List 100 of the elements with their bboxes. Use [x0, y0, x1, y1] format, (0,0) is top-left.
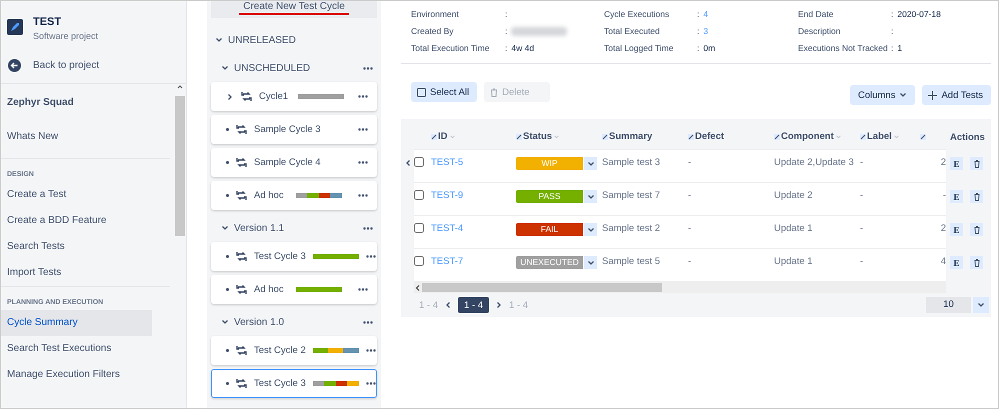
edit-button[interactable]: E [950, 157, 963, 170]
delete-row-button[interactable] [970, 157, 983, 170]
cycle-name: Test Cycle 3 [254, 251, 306, 262]
current-page-button[interactable]: 1 - 4 [458, 297, 490, 313]
table-cell-text: - [688, 190, 692, 201]
cycle-card[interactable]: Ad hoc [211, 181, 377, 210]
table-cell-text: Sample test 5 [602, 256, 662, 267]
cycle-card[interactable]: Sample Cycle 4 [211, 148, 377, 177]
detail-value: 0m [703, 42, 716, 55]
cycle-name: Ad hoc [254, 284, 284, 295]
colon: : [891, 25, 894, 38]
cycle-icon [236, 124, 247, 135]
sidebar-item[interactable]: Manage Execution Filters [1, 362, 152, 388]
status-dropdown[interactable] [584, 256, 597, 269]
cycle-name: Ad hoc [254, 190, 284, 201]
sidebar-item[interactable]: Cycle Summary [1, 310, 152, 336]
bullet-icon [226, 128, 229, 131]
sidebar-item[interactable]: Search Tests [1, 234, 152, 260]
column-header[interactable]: Component [774, 131, 860, 142]
status-dropdown[interactable] [584, 157, 597, 170]
cycle-name: Sample Cycle 4 [254, 157, 321, 168]
redacted-value [511, 27, 568, 36]
colon: : [697, 25, 700, 38]
status-label: FAIL [516, 223, 583, 236]
detail-label: Environment [411, 8, 460, 21]
table-cell-text: Sample test 7 [602, 190, 662, 201]
scroll-left-icon[interactable] [414, 284, 422, 292]
more-icon [358, 161, 368, 164]
back-link[interactable]: Back to project [1, 48, 186, 84]
colon: : [505, 42, 508, 55]
sort-icon [892, 134, 900, 140]
tree-group[interactable]: Version 1.0 [211, 308, 377, 336]
sidebar-item[interactable]: Search Test Executions [1, 336, 152, 362]
group-label: UNRELEASED [228, 34, 296, 46]
status-dropdown[interactable] [584, 223, 597, 236]
column-header[interactable]: Defect [688, 131, 774, 142]
chevron-down-icon [977, 301, 985, 309]
more-icon [366, 349, 376, 352]
chevron-down-icon [586, 160, 594, 168]
pin-icon [860, 134, 866, 140]
edit-button[interactable]: E [950, 223, 963, 236]
cycle-card[interactable]: Sample Cycle 3 [211, 115, 377, 144]
cycle-icon [241, 91, 252, 102]
table-cell-text: Update 1 [774, 256, 814, 267]
column-header[interactable]: Summary [602, 131, 688, 142]
columns-button[interactable]: Columns [850, 85, 916, 105]
sidebar-item[interactable]: Whats New [1, 124, 170, 150]
column-header[interactable]: Label [860, 131, 920, 142]
trash-icon [974, 226, 980, 234]
column-header[interactable]: Status [516, 131, 602, 142]
cycle-icon [236, 251, 247, 262]
row-checkbox[interactable] [414, 256, 424, 266]
bullet-icon [226, 194, 229, 197]
pin-icon [774, 134, 780, 140]
page-size-field[interactable]: 10 [926, 297, 971, 313]
cycle-card[interactable]: Test Cycle 3 [211, 369, 377, 398]
column-header[interactable]: ID [431, 131, 516, 142]
chevron-down-icon [221, 64, 229, 72]
edit-button[interactable]: E [950, 256, 963, 269]
bullet-icon [226, 161, 229, 164]
horizontal-scrollbar[interactable] [414, 282, 946, 293]
cycle-icon [236, 284, 247, 295]
edit-button[interactable]: E [950, 190, 963, 203]
delete-row-button[interactable] [970, 190, 983, 203]
pin-icon [516, 134, 522, 140]
cycle-card[interactable]: Ad hoc [211, 275, 377, 304]
chevron-down-icon [221, 224, 229, 232]
cycle-card[interactable]: Test Cycle 3 [211, 242, 377, 271]
bullet-icon [226, 382, 229, 385]
page-size-dropdown[interactable] [973, 297, 989, 313]
detail-label: Total Execution Time [411, 42, 490, 55]
status-dropdown[interactable] [584, 190, 597, 203]
delete-row-button[interactable] [970, 223, 983, 236]
sidebar-item[interactable]: Create a Test [1, 182, 152, 208]
tree-group[interactable]: Version 1.1 [211, 214, 377, 242]
sidebar-item[interactable]: Create a BDD Feature [1, 208, 152, 234]
row-checkbox[interactable] [414, 223, 424, 233]
cycle-card[interactable]: Test Cycle 2 [211, 336, 377, 365]
page-range: 1 - 4 [509, 300, 528, 310]
select-all-button[interactable]: Select All [411, 82, 478, 102]
row-checkbox[interactable] [414, 157, 424, 167]
create-cycle-button[interactable]: Create New Test Cycle [211, 1, 377, 18]
more-icon [366, 255, 376, 258]
tree-group[interactable]: UNSCHEDULED [211, 54, 377, 82]
table-cell-text: 4 [940, 256, 946, 267]
scroll-up-icon[interactable] [176, 84, 184, 90]
checkbox-icon [417, 88, 426, 96]
back-icon [8, 59, 21, 72]
row-checkbox[interactable] [414, 190, 424, 200]
chevron-down-icon [586, 226, 594, 234]
add-tests-button[interactable]: Add Tests [922, 85, 991, 105]
cycle-card[interactable]: Cycle1 [211, 82, 377, 111]
chevron-down-icon [221, 318, 229, 326]
table-cell-text: Update 2 [774, 190, 814, 201]
delete-row-button[interactable] [970, 256, 983, 269]
tree-group[interactable]: UNRELEASED [211, 26, 377, 54]
chevron-right-icon [495, 301, 504, 309]
group-label: UNSCHEDULED [234, 62, 310, 74]
sidebar-item[interactable]: Import Tests [1, 260, 152, 286]
pin-icon [688, 134, 694, 140]
